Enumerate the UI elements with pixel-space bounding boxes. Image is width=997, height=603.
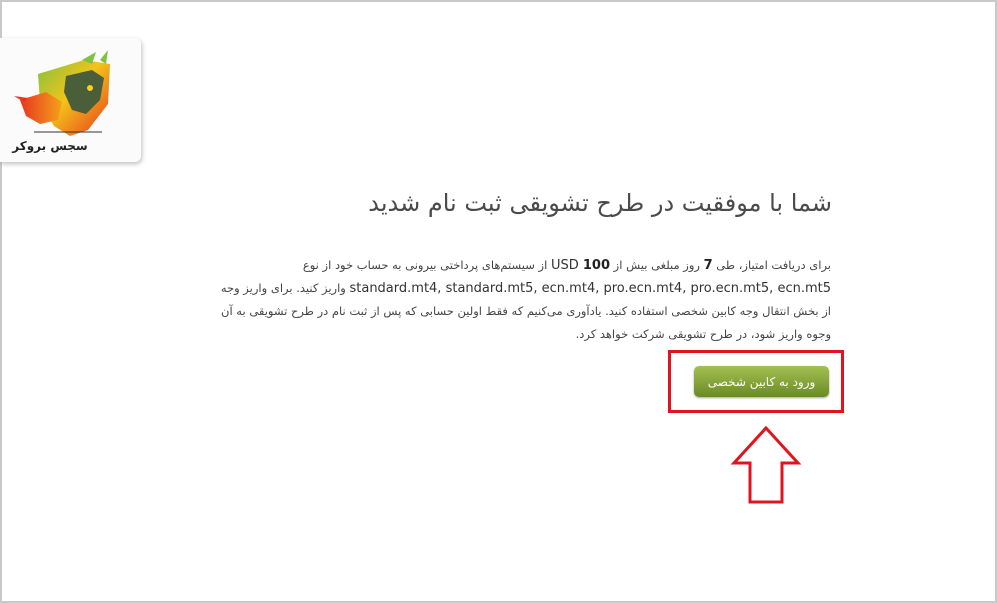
- up-arrow-icon: [730, 425, 802, 504]
- account-types: standard.mt4, standard.mt5, ecn.mt4, pro…: [349, 281, 831, 296]
- description-line-3: از بخش انتقال وجه کابین شخصی استفاده کنی…: [221, 304, 831, 318]
- description-line-2: standard.mt4, standard.mt5, ecn.mt4, pro…: [220, 281, 831, 296]
- logo[interactable]: سجس بروکر: [0, 38, 141, 162]
- enter-personal-cabinet-button[interactable]: ورود به کابین شخصی: [694, 366, 829, 397]
- page-title: شما با موفقیت در طرح تشویقی ثبت نام شدید: [368, 189, 832, 217]
- description-line-1: برای دریافت امتیاز، طی 7 روز مبلغی بیش ا…: [302, 258, 831, 273]
- days-value: 7: [703, 258, 713, 273]
- description-line-4: وجوه واریز شود، در طرح تشویقی شرکت خواهد…: [575, 327, 831, 341]
- currency: USD: [550, 258, 583, 273]
- amount-value: 100: [582, 258, 611, 273]
- logo-text: سجس بروکر: [12, 139, 88, 153]
- description: برای دریافت امتیاز، طی 7 روز مبلغی بیش ا…: [203, 254, 831, 346]
